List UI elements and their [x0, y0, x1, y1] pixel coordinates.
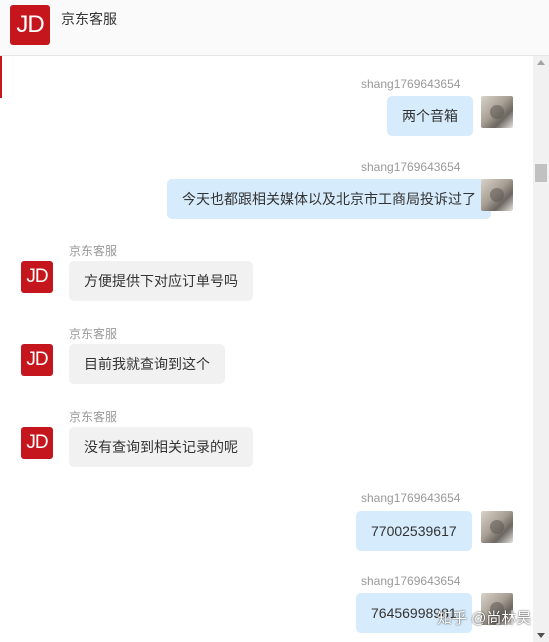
message-bubble[interactable]: 方便提供下对应订单号吗: [69, 261, 253, 301]
message-sender: shang1769643654: [361, 574, 461, 588]
message-bubble[interactable]: 今天也都跟相关媒体以及北京市工商局投诉过了: [167, 179, 491, 219]
message-sender: shang1769643654: [361, 77, 461, 91]
message-sender: 京东客服: [69, 244, 118, 258]
message-bubble[interactable]: 两个音箱: [387, 96, 473, 136]
scroll-down-arrow-icon[interactable]: [537, 633, 545, 638]
chat-title: 京东客服: [61, 11, 117, 27]
message-sender: 京东客服: [69, 327, 118, 341]
message-bubble[interactable]: 77002539617: [356, 511, 472, 551]
jd-logo: JD: [10, 5, 50, 45]
message-sender: shang1769643654: [361, 160, 461, 174]
agent-avatar[interactable]: JD: [21, 344, 53, 376]
user-avatar[interactable]: [481, 179, 513, 211]
agent-avatar[interactable]: JD: [21, 261, 53, 293]
scroll-up-arrow-icon[interactable]: [537, 60, 545, 65]
user-avatar[interactable]: [481, 511, 513, 543]
user-avatar[interactable]: [481, 96, 513, 128]
vertical-scrollbar[interactable]: [533, 56, 549, 642]
message-bubble[interactable]: 目前我就查询到这个: [69, 344, 225, 384]
message-sender: shang1769643654: [361, 491, 461, 505]
message-list[interactable]: shang1769643654 两个音箱 shang1769643654 今天也…: [0, 56, 533, 642]
message-bubble[interactable]: 没有查询到相关记录的呢: [69, 427, 253, 467]
message-sender: 京东客服: [69, 410, 118, 424]
agent-avatar[interactable]: JD: [21, 427, 53, 459]
chat-header: JD 京东客服: [0, 0, 549, 56]
scrollbar-thumb[interactable]: [535, 164, 547, 182]
watermark: 知乎 @尚林昊: [437, 610, 532, 627]
